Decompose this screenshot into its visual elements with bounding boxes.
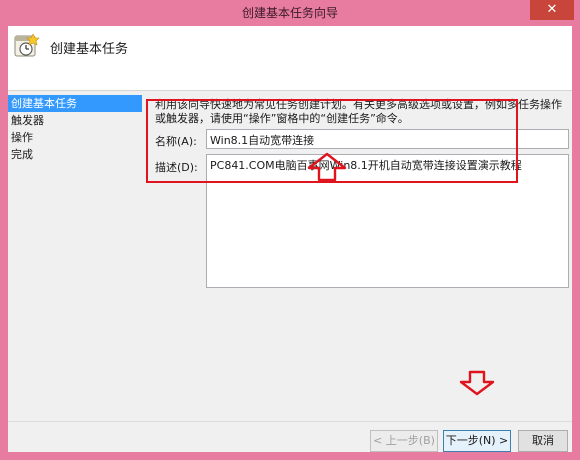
nav-item-finish[interactable]: 完成 [8,146,142,163]
close-icon: ✕ [546,2,558,17]
close-button[interactable]: ✕ [530,0,574,20]
wizard-steps-nav: 创建基本任务 触发器 操作 完成 [8,95,142,163]
nav-item-trigger[interactable]: 触发器 [8,112,142,129]
back-button[interactable]: < 上一步(B) [370,430,438,452]
task-clock-icon [14,33,40,57]
annotation-up-arrow-icon [307,152,347,182]
window-title: 创建基本任务向导 [241,6,338,20]
nav-item-action[interactable]: 操作 [8,129,142,146]
page-title: 创建基本任务 [50,42,129,57]
nav-item-create-basic-task[interactable]: 创建基本任务 [8,95,142,112]
next-button[interactable]: 下一步(N) > [443,430,511,452]
title-bar[interactable]: 创建基本任务向导 ✕ [0,0,580,26]
footer-separator [8,421,572,422]
annotation-down-arrow-icon [459,370,495,396]
cancel-button[interactable]: 取消 [518,430,568,452]
wizard-header: 创建基本任务 [8,26,572,91]
